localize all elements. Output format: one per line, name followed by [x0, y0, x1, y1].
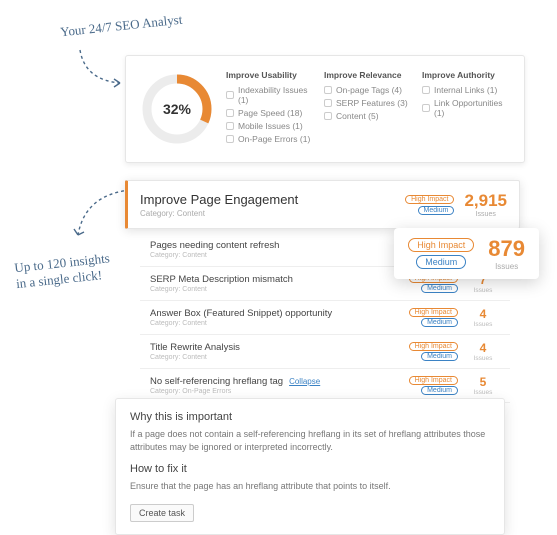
insight-row[interactable]: Title Rewrite AnalysisCategory: ContentH… — [140, 335, 510, 369]
impact-badge: High Impact — [409, 308, 458, 317]
category-item[interactable]: Link Opportunities (1) — [422, 98, 512, 118]
row-title: Title Rewrite Analysis — [150, 342, 409, 353]
category-title: Improve Relevance — [324, 70, 414, 80]
row-category: Category: Content — [150, 354, 409, 361]
row-title: Answer Box (Featured Snippet) opportunit… — [150, 308, 409, 319]
highlight-card: High Impact Medium 879 Issues — [394, 228, 539, 279]
category-item[interactable]: On-page Tags (4) — [324, 85, 414, 95]
impact-badge: High Impact — [409, 342, 458, 351]
level-badge: Medium — [421, 284, 458, 293]
insight-row[interactable]: Answer Box (Featured Snippet) opportunit… — [140, 301, 510, 335]
category-item-label: On-Page Errors (1) — [238, 134, 310, 144]
category-item[interactable]: Content (5) — [324, 111, 414, 121]
category-item-label: Page Speed (18) — [238, 108, 302, 118]
category-item-label: Link Opportunities (1) — [434, 98, 512, 118]
level-badge: Medium — [418, 206, 455, 215]
create-task-button[interactable]: Create task — [130, 504, 194, 522]
hero-issues-label: Issues — [464, 211, 507, 218]
category-item[interactable]: Indexability Issues (1) — [226, 85, 316, 105]
category-item[interactable]: Internal Links (1) — [422, 85, 512, 95]
category-item-label: On-page Tags (4) — [336, 85, 402, 95]
row-category: Category: Content — [150, 320, 409, 327]
category-column: Improve Authority Internal Links (1) Link … — [422, 70, 512, 148]
level-badge: Medium — [421, 318, 458, 327]
category-column: Improve Relevance On-page Tags (4) SERP Fe… — [324, 70, 414, 148]
level-badge: Medium — [421, 386, 458, 395]
collapse-link[interactable]: Collapse — [289, 377, 320, 386]
impact-badge: High Impact — [409, 376, 458, 385]
category-title: Improve Usability — [226, 70, 316, 80]
row-title: Pages needing content refresh — [150, 240, 409, 251]
category-item-label: Indexability Issues (1) — [238, 85, 316, 105]
row-count: 5 — [466, 375, 500, 389]
why-heading: Why this is important — [130, 411, 490, 423]
highlight-issues-label: Issues — [488, 262, 525, 271]
row-issues-label: Issues — [466, 287, 500, 294]
row-category: Category: Content — [150, 252, 409, 259]
checkbox-icon — [422, 86, 430, 94]
row-issues-label: Issues — [466, 389, 500, 396]
category-item-label: Mobile Issues (1) — [238, 121, 303, 131]
detail-card: Why this is important If a page does not… — [115, 398, 505, 535]
row-category: Category: Content — [150, 286, 409, 293]
score-percent: 32% — [163, 101, 191, 117]
fix-text: Ensure that the page has an hreflang att… — [130, 480, 490, 493]
hero-insight-card[interactable]: Improve Page Engagement Category: Conten… — [125, 180, 520, 229]
row-category: Category: On-Page Errors — [150, 388, 409, 395]
row-count: 4 — [466, 341, 500, 355]
checkbox-icon — [226, 109, 234, 117]
row-issues-label: Issues — [466, 321, 500, 328]
checkbox-icon — [226, 122, 234, 130]
hero-category: Category: Content — [140, 209, 405, 218]
annotation-side: Up to 120 insights in a single click! — [14, 250, 117, 291]
category-item[interactable]: Page Speed (18) — [226, 108, 316, 118]
category-item-label: Content (5) — [336, 111, 379, 121]
impact-badge: High Impact — [405, 195, 454, 204]
level-badge: Medium — [416, 255, 466, 269]
impact-badge: High Impact — [408, 238, 474, 252]
category-item[interactable]: On-Page Errors (1) — [226, 134, 316, 144]
insight-list: Improve Page Engagement Category: Conten… — [140, 180, 510, 403]
fix-heading: How to fix it — [130, 463, 490, 475]
category-item-label: Internal Links (1) — [434, 85, 497, 95]
row-title: No self-referencing hreflang tagCollapse — [150, 376, 409, 387]
checkbox-icon — [324, 99, 332, 107]
category-title: Improve Authority — [422, 70, 512, 80]
category-item-label: SERP Features (3) — [336, 98, 408, 108]
row-title: SERP Meta Description mismatch — [150, 274, 409, 285]
checkbox-icon — [226, 135, 234, 143]
hero-count: 2,915 — [464, 191, 507, 211]
category-column: Improve Usability Indexability Issues (1)… — [226, 70, 316, 148]
checkbox-icon — [324, 86, 332, 94]
summary-panel: 32% Improve Usability Indexability Issues… — [125, 55, 525, 163]
checkbox-icon — [324, 112, 332, 120]
checkbox-icon — [422, 104, 430, 112]
annotation-top: Your 24/7 SEO Analyst — [60, 12, 184, 40]
row-count: 4 — [466, 307, 500, 321]
category-item[interactable]: Mobile Issues (1) — [226, 121, 316, 131]
highlight-count: 879 — [488, 236, 525, 262]
row-issues-label: Issues — [466, 355, 500, 362]
level-badge: Medium — [421, 352, 458, 361]
score-donut: 32% — [138, 70, 216, 148]
checkbox-icon — [226, 91, 234, 99]
category-item[interactable]: SERP Features (3) — [324, 98, 414, 108]
why-text: If a page does not contain a self-refere… — [130, 428, 490, 453]
hero-title: Improve Page Engagement — [140, 192, 405, 207]
